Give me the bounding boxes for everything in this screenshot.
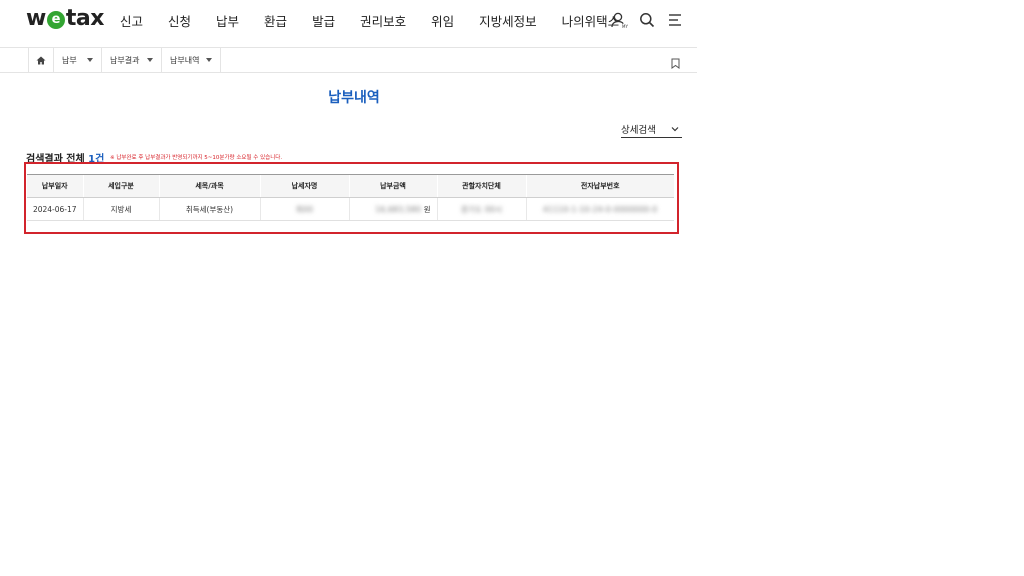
cell-electronic-payment-number: 41110-1-10-24-0-0000000-0	[525, 197, 674, 221]
breadcrumb-payment-result[interactable]: 납부결과	[102, 48, 162, 72]
nav-payment[interactable]: 납부	[216, 11, 239, 30]
chevron-down-icon	[206, 58, 212, 62]
page-title: 납부내역	[328, 90, 380, 106]
cell-revenue-type: 지방세	[82, 197, 159, 221]
col-payment-amount: 납부금액	[348, 174, 437, 198]
chevron-down-icon	[671, 124, 679, 135]
wetax-logo[interactable]: w e tax	[26, 6, 104, 31]
svg-text:MY: MY	[622, 24, 628, 29]
local-government-masked: 경기도 00시	[460, 204, 503, 214]
amount-value: 16,683,580	[375, 204, 422, 214]
nav-report[interactable]: 신고	[120, 11, 143, 30]
logo-text-tax: tax	[65, 6, 105, 31]
nav-delegation[interactable]: 위임	[431, 11, 454, 30]
breadcrumb-payment[interactable]: 납부	[54, 48, 102, 72]
col-tax-item: 세목/과목	[158, 174, 260, 198]
logo-text-w: w	[26, 6, 46, 31]
detail-search-label: 상세검색	[621, 124, 656, 136]
col-local-government: 관할자치단체	[436, 174, 526, 198]
detail-search-toggle[interactable]: 상세검색	[621, 120, 682, 138]
cell-tax-item: 취득세(부동산)	[158, 197, 260, 221]
table-row[interactable]: 2024-06-17 지방세 취득세(부동산) 최00 16,683,580 원…	[27, 197, 674, 221]
menu-icon[interactable]	[664, 10, 686, 30]
col-electronic-payment-number: 전자납부번호	[525, 174, 674, 198]
main-nav: 신고 신청 납부 환급 발급 권리보호 위임 지방세정보 나의위택스	[120, 11, 644, 30]
chevron-down-icon	[87, 58, 93, 62]
payment-number-masked: 41110-1-10-24-0-0000000-0	[543, 204, 658, 214]
payment-history-table: 납부일자 세입구분 세목/과목 납세자명 납부금액 관할자치단체 전자납부번호 …	[27, 174, 674, 221]
home-icon[interactable]	[28, 48, 54, 72]
cell-payment-amount: 16,683,580 원	[348, 197, 437, 221]
col-revenue-type: 세입구분	[82, 174, 159, 198]
cell-payment-date: 2024-06-17	[27, 197, 83, 221]
breadcrumb-label: 납부	[62, 55, 77, 65]
cell-local-government: 경기도 00시	[436, 197, 526, 221]
breadcrumb-label: 납부결과	[110, 55, 140, 65]
amount-unit: 원	[423, 204, 431, 214]
breadcrumb-payment-history[interactable]: 납부내역	[162, 48, 221, 72]
breadcrumb: 납부 납부결과 납부내역	[0, 47, 697, 73]
nav-issue[interactable]: 발급	[312, 11, 335, 30]
nav-rights[interactable]: 권리보호	[360, 11, 406, 30]
user-my-icon[interactable]: MY	[608, 10, 630, 30]
result-notice: ※ 납부완료 후 납부결과가 반영되기까지 5~10분가량 소요될 수 있습니다…	[110, 155, 283, 161]
nav-apply[interactable]: 신청	[168, 11, 191, 30]
breadcrumb-label: 납부내역	[170, 55, 200, 65]
bookmark-icon[interactable]	[671, 54, 680, 69]
header-utilities: MY	[608, 10, 692, 30]
taxpayer-name-masked: 최00	[295, 204, 314, 214]
table-header-row: 납부일자 세입구분 세목/과목 납세자명 납부금액 관할자치단체 전자납부번호	[27, 174, 674, 198]
search-icon[interactable]	[636, 10, 658, 30]
nav-local-tax-info[interactable]: 지방세정보	[479, 11, 537, 30]
col-taxpayer-name: 납세자명	[259, 174, 349, 198]
logo-e-mark: e	[46, 10, 65, 29]
chevron-down-icon	[147, 58, 153, 62]
col-payment-date: 납부일자	[27, 174, 83, 198]
cell-taxpayer-name: 최00	[259, 197, 349, 221]
site-header: w e tax 신고 신청 납부 환급 발급 권리보호 위임 지방세정보 나의위택스…	[0, 0, 700, 40]
nav-refund[interactable]: 환급	[264, 11, 287, 30]
